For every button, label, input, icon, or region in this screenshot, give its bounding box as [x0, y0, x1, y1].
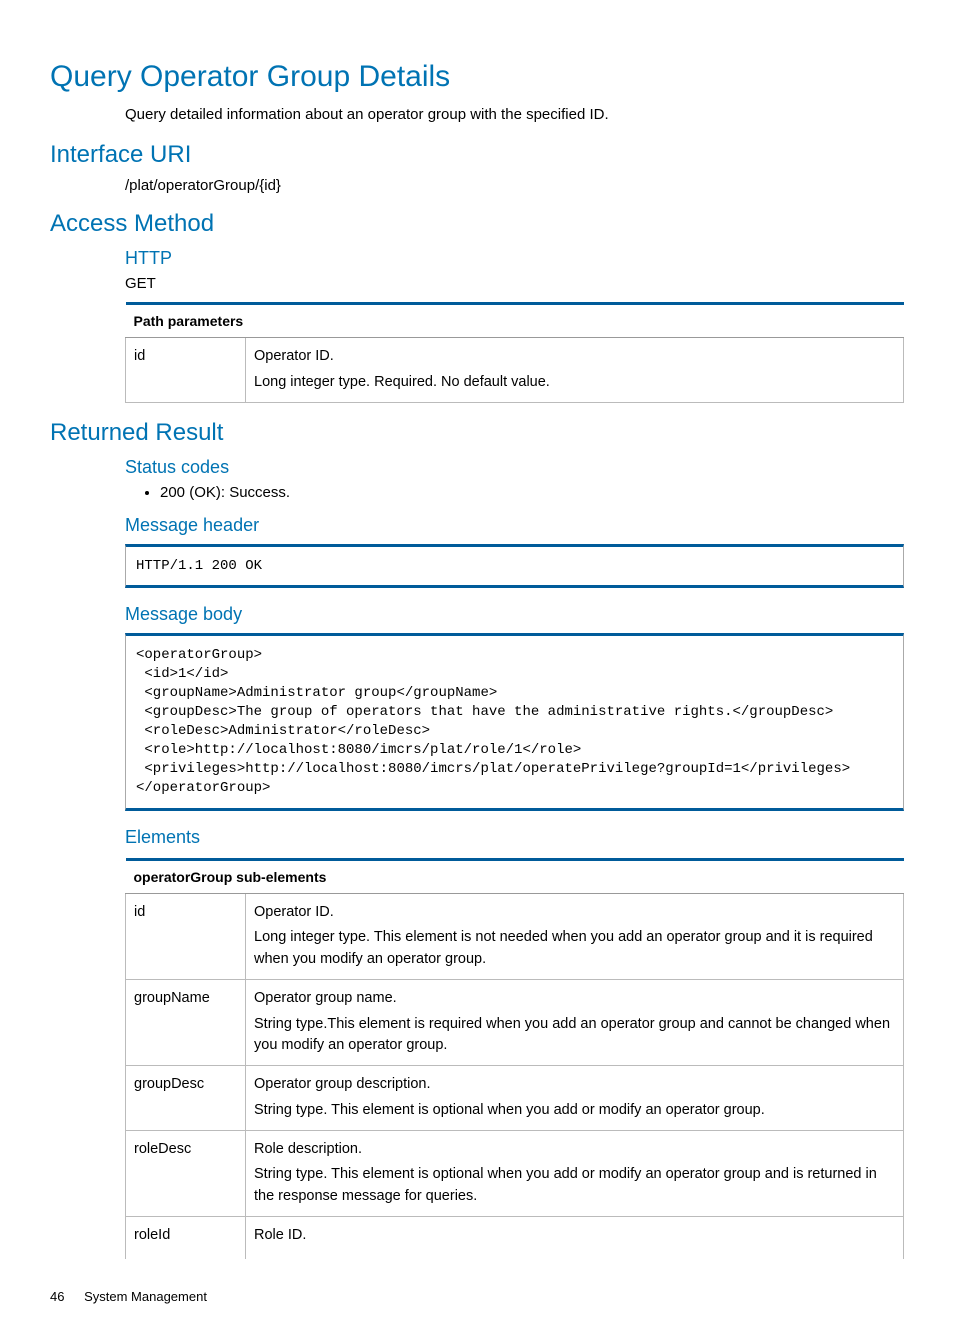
elements-table-header: operatorGroup sub-elements [126, 859, 904, 893]
element-name: roleId [126, 1216, 246, 1258]
message-body-heading: Message body [125, 604, 904, 625]
footer-section: System Management [84, 1289, 207, 1304]
intro-text: Query detailed information about an oper… [125, 104, 904, 125]
interface-uri-value: /plat/operatorGroup/{id} [125, 177, 904, 194]
status-codes-list: 200 (OK): Success. [160, 484, 904, 501]
message-body-code: <operatorGroup> <id>1</id> <groupName>Ad… [125, 633, 904, 810]
table-row: groupName Operator group name. String ty… [126, 979, 904, 1065]
table-row: roleId Role ID. [126, 1216, 904, 1258]
element-desc: Role description. String type. This elem… [246, 1130, 904, 1216]
element-name: id [126, 893, 246, 979]
element-desc: Operator group description. String type.… [246, 1066, 904, 1131]
http-label: HTTP [125, 248, 904, 269]
param-desc: Operator ID. Long integer type. Required… [246, 338, 904, 403]
element-name: roleDesc [126, 1130, 246, 1216]
element-desc: Operator ID. Long integer type. This ele… [246, 893, 904, 979]
message-header-code: HTTP/1.1 200 OK [125, 544, 904, 589]
element-desc: Operator group name. String type.This el… [246, 979, 904, 1065]
status-codes-heading: Status codes [125, 457, 904, 478]
status-code-item: 200 (OK): Success. [160, 484, 904, 501]
param-name: id [126, 338, 246, 403]
page-number: 46 [50, 1289, 64, 1304]
interface-uri-heading: Interface URI [50, 141, 904, 169]
path-params-table: Path parameters id Operator ID. Long int… [125, 302, 904, 403]
page-footer: 46 System Management [50, 1289, 904, 1304]
message-header-heading: Message header [125, 515, 904, 536]
element-name: groupDesc [126, 1066, 246, 1131]
element-name: groupName [126, 979, 246, 1065]
elements-heading: Elements [125, 827, 904, 848]
http-value: GET [125, 275, 904, 292]
page-title: Query Operator Group Details [50, 60, 904, 94]
access-method-heading: Access Method [50, 210, 904, 238]
returned-result-heading: Returned Result [50, 419, 904, 447]
table-row: id Operator ID. Long integer type. Requi… [126, 338, 904, 403]
element-desc: Role ID. [246, 1216, 904, 1258]
elements-table: operatorGroup sub-elements id Operator I… [125, 858, 904, 1259]
table-row: groupDesc Operator group description. St… [126, 1066, 904, 1131]
table-row: roleDesc Role description. String type. … [126, 1130, 904, 1216]
table-row: id Operator ID. Long integer type. This … [126, 893, 904, 979]
path-params-header: Path parameters [126, 304, 904, 338]
